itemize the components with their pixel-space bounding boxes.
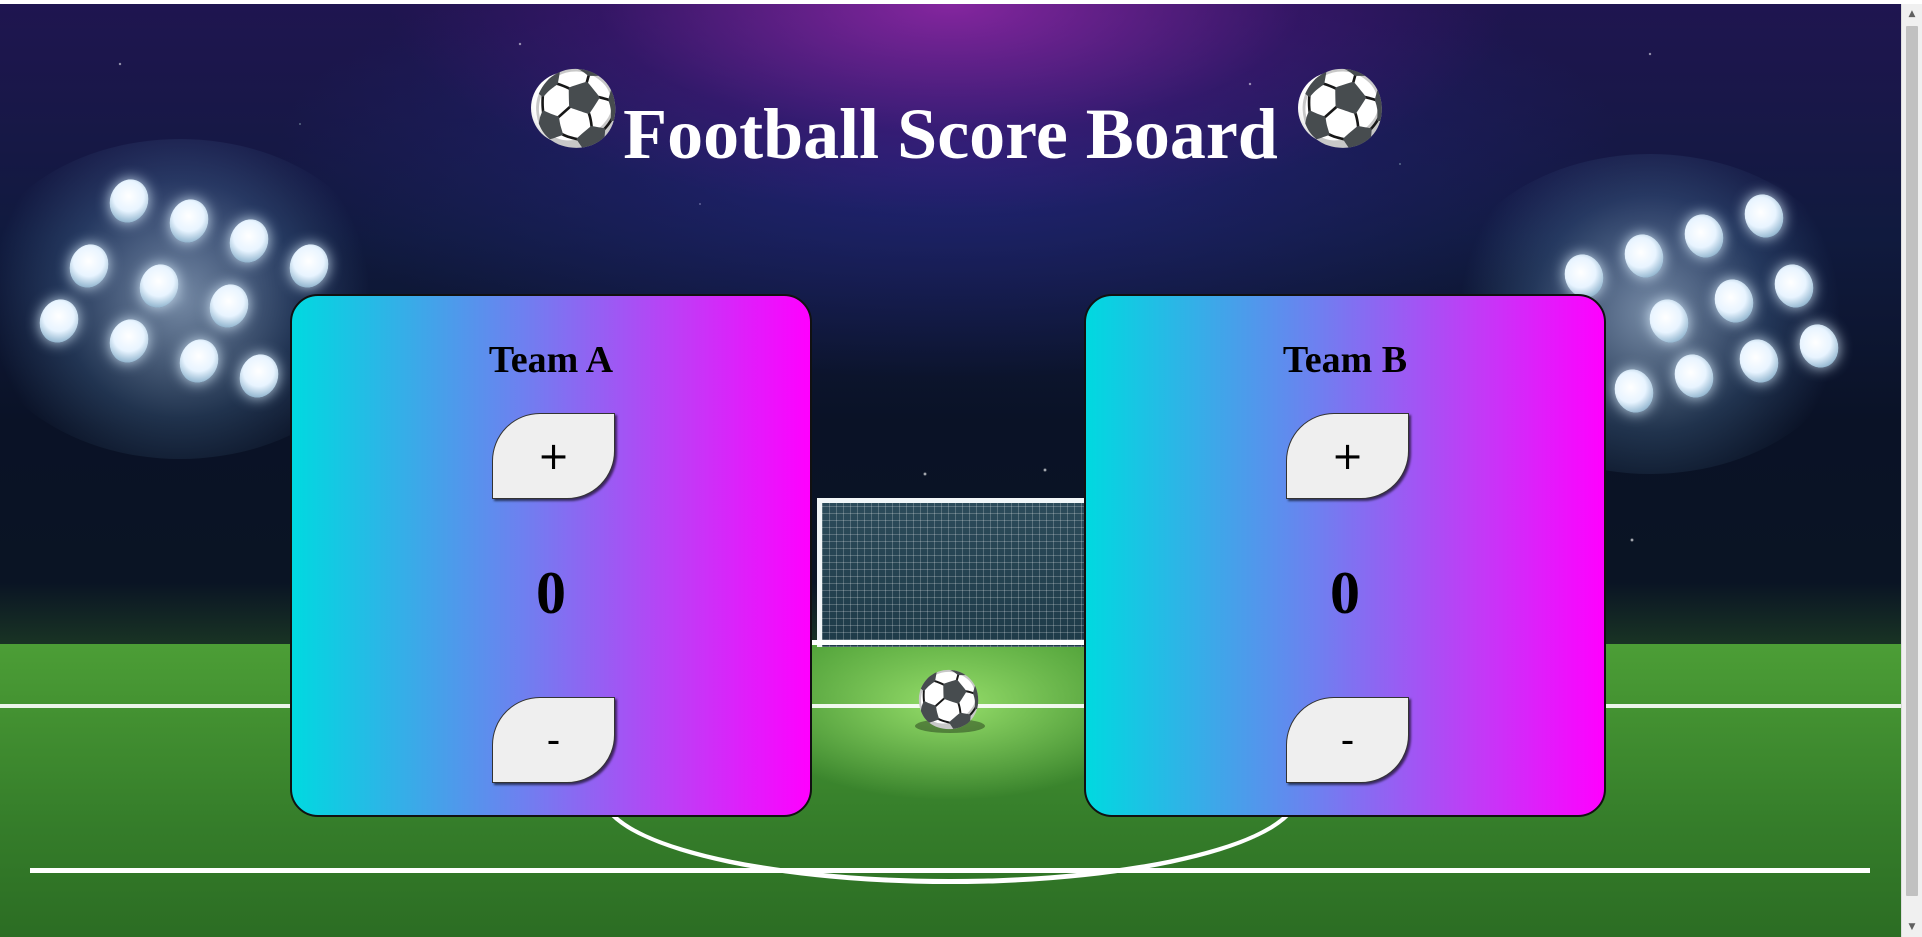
goal-net bbox=[817, 498, 1095, 647]
vertical-scrollbar[interactable]: ▲ ▼ bbox=[1901, 4, 1922, 937]
app-viewport: ⚽ ⚽ Football Score Board ⚽ Team A + 0 - Te… bbox=[0, 0, 1922, 937]
scrollbar-thumb[interactable] bbox=[1906, 26, 1918, 896]
page-title-text: Football Score Board bbox=[623, 94, 1278, 174]
soccer-ball-icon: ⚽ bbox=[915, 668, 983, 731]
team-b-name: Team B bbox=[1282, 339, 1408, 381]
scroll-up-arrow-icon[interactable]: ▲ bbox=[1902, 4, 1922, 24]
scroll-down-arrow-icon[interactable]: ▼ bbox=[1902, 917, 1922, 937]
team-a-decrement-button[interactable]: - bbox=[492, 697, 615, 783]
soccer-ball-icon: ⚽ bbox=[531, 66, 621, 150]
team-a-card: Team A + 0 - bbox=[290, 294, 812, 817]
soccer-ball-icon: ⚽ bbox=[1297, 66, 1388, 150]
page-title: ⚽ Football Score Board ⚽ bbox=[0, 72, 1901, 184]
team-a-name: Team A bbox=[488, 339, 614, 381]
team-b-decrement-button[interactable]: - bbox=[1286, 697, 1409, 783]
team-a-increment-button[interactable]: + bbox=[492, 413, 615, 499]
team-b-card: Team B + 0 - bbox=[1084, 294, 1606, 817]
team-b-increment-button[interactable]: + bbox=[1286, 413, 1409, 499]
pitch-line bbox=[810, 640, 1090, 645]
team-b-score: 0 bbox=[1330, 560, 1360, 626]
team-a-score: 0 bbox=[536, 560, 566, 626]
stadium-background: ⚽ ⚽ Football Score Board ⚽ Team A + 0 - Te… bbox=[0, 4, 1901, 937]
